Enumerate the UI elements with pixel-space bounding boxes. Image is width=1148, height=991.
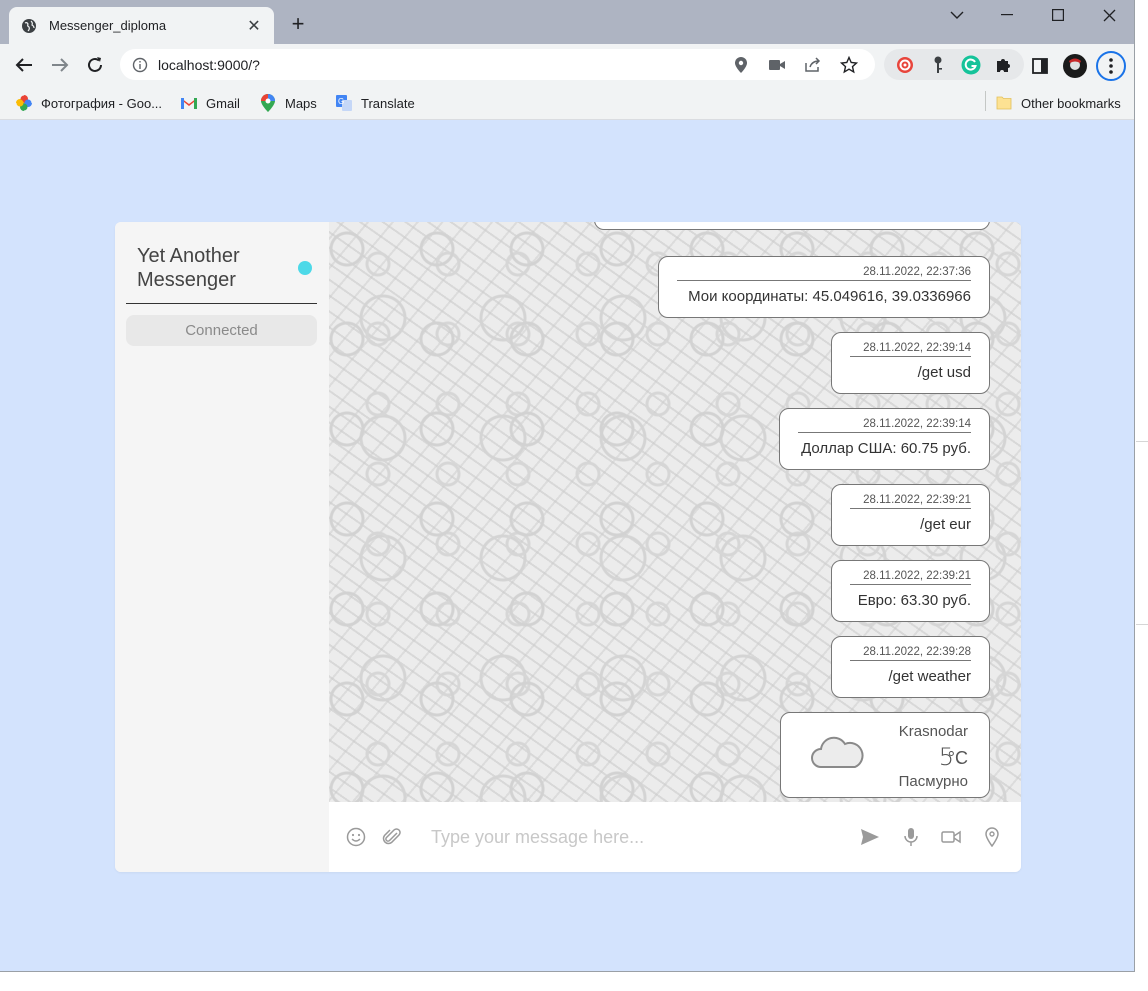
message-timestamp: 28.11.2022, 22:39:28	[850, 646, 971, 661]
new-tab-icon[interactable]: +	[287, 13, 309, 35]
bookmark-label: Gmail	[206, 95, 240, 111]
message-text: Евро: 63.30 руб.	[857, 592, 971, 609]
menu-icon[interactable]	[1096, 51, 1126, 81]
microphone-icon[interactable]	[900, 826, 922, 848]
message-text: /get eur	[920, 516, 971, 533]
info-icon[interactable]	[132, 57, 148, 73]
bookmarks-bar: Фотография - Goo... Gmail Maps G Transla…	[0, 86, 1134, 120]
bookmark-maps[interactable]: Maps	[260, 92, 317, 114]
minimize-icon[interactable]	[987, 4, 1027, 26]
app-title: Yet Another Messenger	[137, 245, 240, 291]
title-bar: Messenger_diploma ✕ +	[0, 0, 1134, 44]
message-input[interactable]	[431, 824, 831, 850]
other-bookmarks-label: Other bookmarks	[1021, 95, 1121, 111]
location-icon[interactable]	[981, 826, 1003, 848]
grammarly-icon[interactable]	[961, 55, 981, 75]
weather-card: Krasnodar 5 °C Пасмурно	[780, 712, 990, 798]
location-pin-icon[interactable]	[731, 55, 751, 75]
message-bubble: 28.11.2022, 22:39:14 /get usd	[831, 332, 990, 394]
browser-toolbar: localhost:9000/?	[0, 44, 1134, 86]
share-icon[interactable]	[803, 55, 823, 75]
browser-tab[interactable]: Messenger_diploma ✕	[9, 7, 274, 44]
message-timestamp: 28.11.2022, 22:39:21	[850, 570, 971, 585]
close-window-icon[interactable]	[1089, 4, 1129, 26]
background-divider	[1136, 441, 1148, 442]
bookmarks-separator	[985, 91, 986, 111]
globe-icon	[21, 18, 37, 34]
sidebar: Yet Another Messenger Connected	[115, 222, 329, 872]
url-text[interactable]: localhost:9000/?	[158, 57, 731, 73]
online-status-indicator	[298, 261, 312, 275]
weather-description: Пасмурно	[898, 773, 968, 790]
translate-icon: G	[336, 95, 352, 111]
puzzle-icon[interactable]	[994, 55, 1014, 75]
chevron-down-icon[interactable]	[937, 4, 977, 26]
message-timestamp: 28.11.2022, 22:39:21	[850, 494, 971, 509]
extensions-area	[884, 49, 1024, 80]
message-bubble-partial	[594, 222, 990, 230]
address-bar[interactable]: localhost:9000/?	[120, 49, 875, 80]
forward-arrow-icon[interactable]	[48, 53, 72, 77]
close-tab-icon[interactable]: ✕	[246, 16, 262, 36]
maps-icon	[260, 94, 276, 112]
camera-icon[interactable]	[767, 55, 787, 75]
message-bubble: 28.11.2022, 22:39:21 Евро: 63.30 руб.	[831, 560, 990, 622]
svg-text:G: G	[338, 97, 344, 106]
paperclip-icon[interactable]	[381, 826, 403, 848]
key-extension-icon[interactable]	[928, 55, 948, 75]
bookmark-gmail[interactable]: Gmail	[181, 92, 240, 114]
cloud-icon	[809, 733, 865, 773]
send-icon[interactable]	[859, 826, 881, 848]
other-bookmarks[interactable]: Other bookmarks	[996, 92, 1121, 114]
message-composer	[329, 802, 1021, 872]
weather-unit: °C	[947, 748, 968, 768]
avatar[interactable]	[1063, 54, 1087, 78]
gmail-icon	[181, 95, 197, 111]
background-divider	[1136, 624, 1148, 625]
message-text: Мои координаты: 45.049616, 39.0336966	[688, 288, 971, 305]
browser-window: Messenger_diploma ✕ + localhost:9000/? Ф…	[0, 0, 1135, 972]
bookmark-translate[interactable]: G Translate	[336, 92, 415, 114]
bookmark-photos[interactable]: Фотография - Goo...	[16, 92, 162, 114]
side-panel-icon[interactable]	[1028, 54, 1052, 78]
message-timestamp: 28.11.2022, 22:39:14	[798, 418, 971, 433]
connection-status: Connected	[126, 315, 317, 346]
brand-header: Yet Another Messenger	[126, 242, 317, 304]
folder-icon	[996, 95, 1012, 111]
bookmark-label: Фотография - Goo...	[41, 95, 163, 111]
bookmark-label: Maps	[285, 95, 317, 111]
message-bubble: 28.11.2022, 22:39:28 /get weather	[831, 636, 990, 698]
message-bubble: 28.11.2022, 22:39:21 /get eur	[831, 484, 990, 546]
emoji-icon[interactable]	[345, 826, 367, 848]
message-text: /get usd	[917, 364, 971, 381]
message-text: Доллар США: 60.75 руб.	[801, 440, 971, 457]
messenger-app: Yet Another Messenger Connected 28.11.20…	[115, 222, 1021, 872]
star-icon[interactable]	[839, 55, 859, 75]
maximize-icon[interactable]	[1038, 4, 1078, 26]
message-bubble: 28.11.2022, 22:39:14 Доллар США: 60.75 р…	[779, 408, 990, 470]
message-timestamp: 28.11.2022, 22:39:14	[850, 342, 971, 357]
message-timestamp: 28.11.2022, 22:37:36	[677, 266, 971, 281]
target-extension-icon[interactable]	[895, 55, 915, 75]
tab-title: Messenger_diploma	[49, 18, 167, 33]
bookmark-label: Translate	[361, 95, 415, 111]
chat-area[interactable]: 28.11.2022, 22:37:36 Мои координаты: 45.…	[329, 222, 1021, 802]
video-camera-icon[interactable]	[940, 826, 962, 848]
message-bubble: 28.11.2022, 22:37:36 Мои координаты: 45.…	[658, 256, 990, 318]
back-arrow-icon[interactable]	[12, 53, 36, 77]
weather-city: Krasnodar	[898, 723, 968, 740]
photos-icon	[16, 95, 32, 111]
message-text: /get weather	[888, 668, 971, 685]
reload-icon[interactable]	[83, 53, 107, 77]
